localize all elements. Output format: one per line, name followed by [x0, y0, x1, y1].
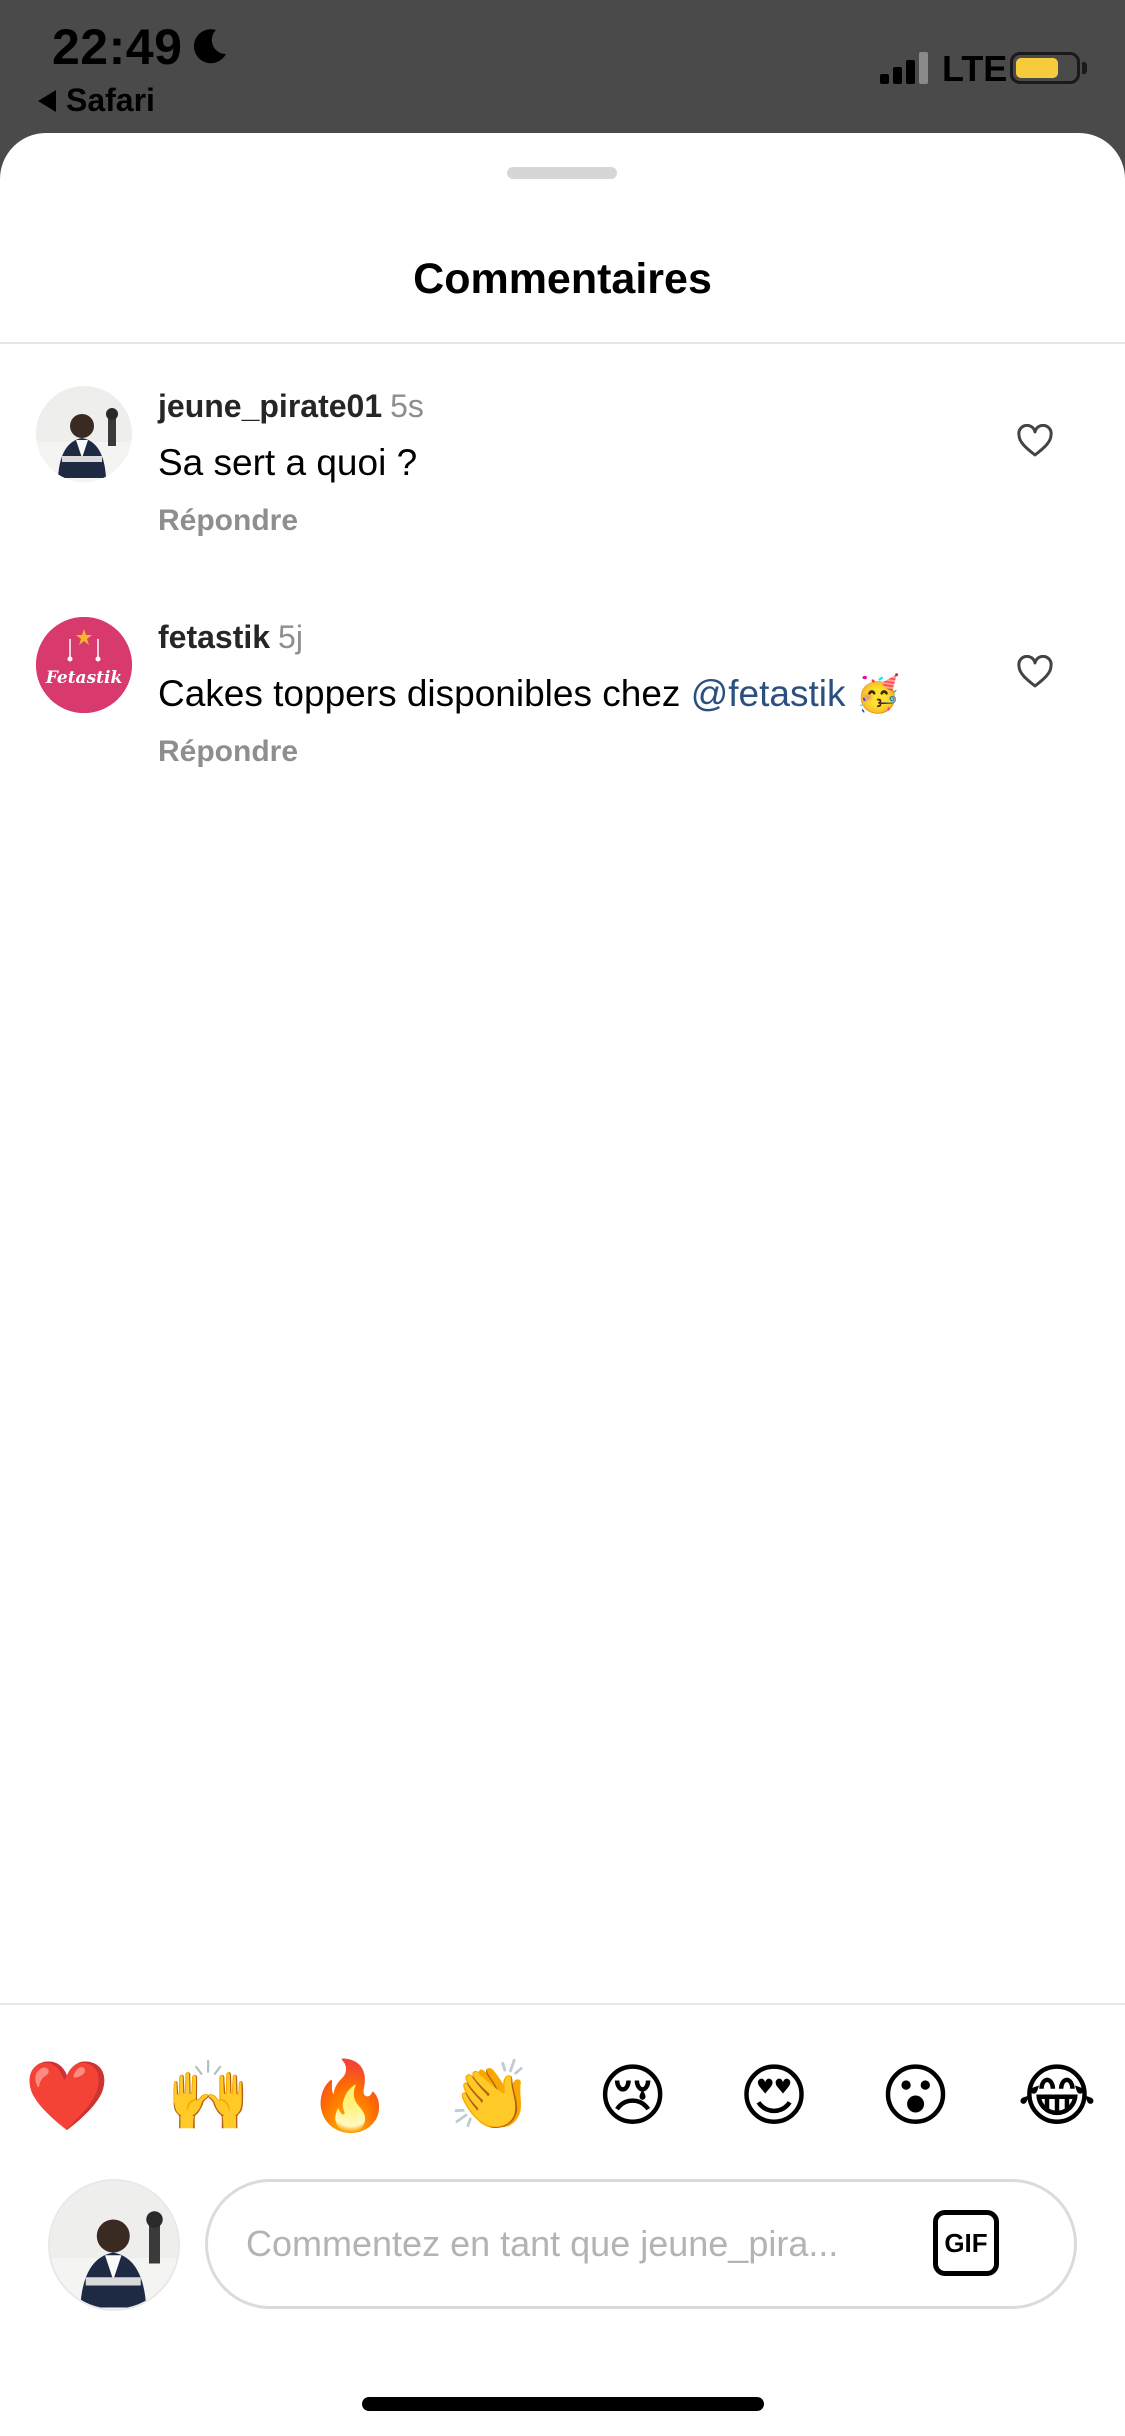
man-in-suit-photo	[50, 2181, 178, 2309]
network-type: LTE	[942, 48, 1008, 89]
gif-button[interactable]: GIF	[933, 2210, 999, 2276]
back-to-app-button[interactable]: Safari	[38, 82, 155, 119]
reply-button[interactable]: Répondre	[158, 504, 298, 538]
quick-emoji-laughing[interactable]: 😂	[1012, 2051, 1102, 2141]
battery-icon	[1010, 52, 1080, 84]
status-time: 22:49	[52, 19, 183, 75]
sheet-title: Commentaires	[413, 255, 712, 303]
quick-emoji-bar: ❤️ 🙌 🔥 👏 😢 😍 😮 😂	[22, 2051, 1102, 2141]
avatar[interactable]	[36, 386, 132, 482]
comment-text: Sa sert a quoi ?	[158, 438, 417, 488]
comment-item: jeune_pirate01 5s Sa sert a quoi ? Répond…	[0, 386, 1125, 586]
battery-cap	[1082, 62, 1087, 74]
comment-input[interactable]	[246, 2182, 946, 2306]
back-arrow-icon	[38, 89, 56, 112]
back-app-label: Safari	[66, 82, 155, 118]
divider	[0, 342, 1125, 344]
heart-outline-icon[interactable]	[1016, 655, 1054, 689]
quick-emoji-raised-hands[interactable]: 🙌	[163, 2051, 253, 2141]
fetastik-logo-text: Fetastik	[45, 668, 122, 688]
heart-outline-icon[interactable]	[1016, 424, 1054, 458]
comment-composer: GIF	[205, 2179, 1077, 2309]
reply-button[interactable]: Répondre	[158, 735, 298, 769]
screen: 22:49 Safari LTE Commentaires jeune_pira…	[0, 0, 1125, 2436]
quick-emoji-fire[interactable]: 🔥	[305, 2051, 395, 2141]
comment-username[interactable]: jeune_pirate01	[158, 388, 382, 424]
comment-item: Fetastik fetastik 5j Cakes toppers dispon…	[0, 617, 1125, 817]
battery-level	[1016, 58, 1058, 78]
comments-sheet: Commentaires jeune_pirate01 5s Sa sert a…	[0, 133, 1125, 2436]
comment-body: Sa sert a quoi ?	[158, 442, 418, 483]
avatar[interactable]: Fetastik	[36, 617, 132, 713]
comment-header: fetastik 5j	[158, 617, 303, 657]
divider	[0, 2003, 1125, 2005]
comment-username[interactable]: fetastik	[158, 619, 270, 655]
status-bar: 22:49 Safari LTE	[0, 0, 1125, 133]
comment-header: jeune_pirate01 5s	[158, 386, 424, 426]
quick-emoji-surprised[interactable]: 😮	[871, 2051, 961, 2141]
fetastik-logo: Fetastik	[36, 617, 132, 713]
cellular-signal-icon	[880, 52, 928, 84]
comment-age: 5s	[390, 388, 424, 424]
mention-link[interactable]: @fetastik	[691, 673, 846, 714]
quick-emoji-crying[interactable]: 😢	[588, 2051, 678, 2141]
comment-age: 5j	[278, 619, 303, 655]
moon-icon	[193, 29, 226, 64]
comment-body: Cakes toppers disponibles chez	[158, 673, 691, 714]
partying-face-emoji: 🥳	[855, 673, 901, 714]
man-in-suit-photo	[36, 386, 132, 482]
comment-text: Cakes toppers disponibles chez @fetastik…	[158, 669, 901, 719]
composer-avatar	[48, 2179, 180, 2311]
quick-emoji-clapping[interactable]: 👏	[446, 2051, 536, 2141]
home-indicator[interactable]	[362, 2397, 764, 2411]
quick-emoji-heart-eyes[interactable]: 😍	[729, 2051, 819, 2141]
sheet-grabber[interactable]	[507, 167, 617, 179]
quick-emoji-heart[interactable]: ❤️	[22, 2051, 112, 2141]
